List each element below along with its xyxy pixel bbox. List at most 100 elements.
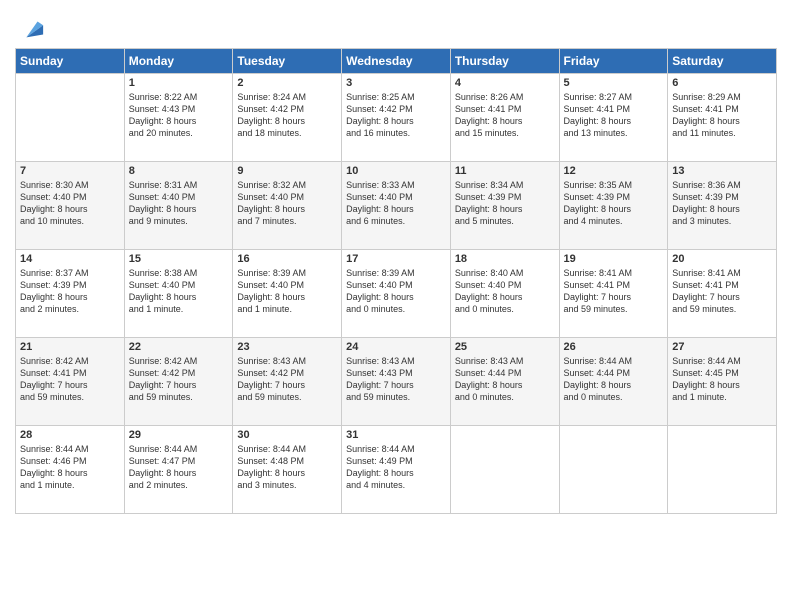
day-number: 31: [346, 429, 446, 441]
cell-content: Sunrise: 8:22 AMSunset: 4:43 PMDaylight:…: [129, 91, 229, 140]
day-number: 19: [564, 253, 664, 265]
cell-content: Sunrise: 8:29 AMSunset: 4:41 PMDaylight:…: [672, 91, 772, 140]
calendar-cell: [16, 74, 125, 162]
cell-content: Sunrise: 8:32 AMSunset: 4:40 PMDaylight:…: [237, 179, 337, 228]
calendar-cell: 2Sunrise: 8:24 AMSunset: 4:42 PMDaylight…: [233, 74, 342, 162]
cell-content: Sunrise: 8:37 AMSunset: 4:39 PMDaylight:…: [20, 267, 120, 316]
calendar-cell: 10 Sunrise: 8:33 AMSunset: 4:40 PMDayligh…: [342, 162, 451, 250]
calendar-cell: 14 Sunrise: 8:37 AMSunset: 4:39 PMDayligh…: [16, 250, 125, 338]
calendar-cell: 8 Sunrise: 8:31 AMSunset: 4:40 PMDaylight…: [124, 162, 233, 250]
day-number: 6: [672, 77, 772, 89]
cell-content: Sunrise: 8:41 AMSunset: 4:41 PMDaylight:…: [564, 267, 664, 316]
calendar-cell: 23 Sunrise: 8:43 AMSunset: 4:42 PMDayligh…: [233, 338, 342, 426]
logo: [15, 14, 45, 42]
day-number: 22: [129, 341, 229, 353]
day-number: 4: [455, 77, 555, 89]
calendar-cell: 22Sunrise: 8:42 AMSunset: 4:42 PMDayligh…: [124, 338, 233, 426]
calendar-cell: 15Sunrise: 8:38 AMSunset: 4:40 PMDayligh…: [124, 250, 233, 338]
calendar-cell: 11 Sunrise: 8:34 AMSunset: 4:39 PMDayligh…: [450, 162, 559, 250]
calendar-cell: 26 Sunrise: 8:44 AMSunset: 4:44 PMDayligh…: [559, 338, 668, 426]
header: [15, 10, 777, 42]
day-number: 7: [20, 165, 120, 177]
cell-content: Sunrise: 8:39 AMSunset: 4:40 PMDaylight:…: [346, 267, 446, 316]
day-number: 2: [237, 77, 337, 89]
cell-content: Sunrise: 8:27 AMSunset: 4:41 PMDaylight:…: [564, 91, 664, 140]
day-number: 9: [237, 165, 337, 177]
calendar-cell: 7 Sunrise: 8:30 AMSunset: 4:40 PMDaylight…: [16, 162, 125, 250]
calendar-cell: 3Sunrise: 8:25 AMSunset: 4:42 PMDaylight…: [342, 74, 451, 162]
cell-content: Sunrise: 8:30 AMSunset: 4:40 PMDaylight:…: [20, 179, 120, 228]
day-number: 1: [129, 77, 229, 89]
cell-content: Sunrise: 8:44 AMSunset: 4:47 PMDaylight:…: [129, 443, 229, 492]
day-number: 15: [129, 253, 229, 265]
day-number: 25: [455, 341, 555, 353]
calendar-week-row: 21Sunrise: 8:42 AMSunset: 4:41 PMDayligh…: [16, 338, 777, 426]
cell-content: Sunrise: 8:41 AMSunset: 4:41 PMDaylight:…: [672, 267, 772, 316]
day-number: 11: [455, 165, 555, 177]
logo-icon: [17, 14, 45, 42]
calendar-cell: 29 Sunrise: 8:44 AMSunset: 4:47 PMDayligh…: [124, 426, 233, 514]
calendar-header-row: SundayMondayTuesdayWednesdayThursdayFrid…: [16, 49, 777, 74]
day-number: 17: [346, 253, 446, 265]
calendar-cell: 25 Sunrise: 8:43 AMSunset: 4:44 PMDayligh…: [450, 338, 559, 426]
col-header-thursday: Thursday: [450, 49, 559, 74]
cell-content: Sunrise: 8:43 AMSunset: 4:42 PMDaylight:…: [237, 355, 337, 404]
cell-content: Sunrise: 8:33 AMSunset: 4:40 PMDaylight:…: [346, 179, 446, 228]
calendar-cell: 4Sunrise: 8:26 AMSunset: 4:41 PMDaylight…: [450, 74, 559, 162]
calendar-week-row: 7 Sunrise: 8:30 AMSunset: 4:40 PMDaylight…: [16, 162, 777, 250]
col-header-monday: Monday: [124, 49, 233, 74]
calendar-cell: 18Sunrise: 8:40 AMSunset: 4:40 PMDayligh…: [450, 250, 559, 338]
cell-content: Sunrise: 8:39 AMSunset: 4:40 PMDaylight:…: [237, 267, 337, 316]
day-number: 8: [129, 165, 229, 177]
day-number: 30: [237, 429, 337, 441]
calendar-cell: 6 Sunrise: 8:29 AMSunset: 4:41 PMDaylight…: [668, 74, 777, 162]
calendar-cell: 17 Sunrise: 8:39 AMSunset: 4:40 PMDayligh…: [342, 250, 451, 338]
calendar-cell: 9 Sunrise: 8:32 AMSunset: 4:40 PMDaylight…: [233, 162, 342, 250]
calendar-cell: 1 Sunrise: 8:22 AMSunset: 4:43 PMDaylight…: [124, 74, 233, 162]
calendar-cell: 28Sunrise: 8:44 AMSunset: 4:46 PMDayligh…: [16, 426, 125, 514]
day-number: 12: [564, 165, 664, 177]
calendar-cell: 13 Sunrise: 8:36 AMSunset: 4:39 PMDayligh…: [668, 162, 777, 250]
day-number: 3: [346, 77, 446, 89]
cell-content: Sunrise: 8:43 AMSunset: 4:43 PMDaylight:…: [346, 355, 446, 404]
calendar-cell: 20 Sunrise: 8:41 AMSunset: 4:41 PMDayligh…: [668, 250, 777, 338]
calendar-cell: 12Sunrise: 8:35 AMSunset: 4:39 PMDayligh…: [559, 162, 668, 250]
calendar-week-row: 28Sunrise: 8:44 AMSunset: 4:46 PMDayligh…: [16, 426, 777, 514]
calendar-week-row: 1 Sunrise: 8:22 AMSunset: 4:43 PMDaylight…: [16, 74, 777, 162]
col-header-friday: Friday: [559, 49, 668, 74]
cell-content: Sunrise: 8:40 AMSunset: 4:40 PMDaylight:…: [455, 267, 555, 316]
cell-content: Sunrise: 8:44 AMSunset: 4:46 PMDaylight:…: [20, 443, 120, 492]
calendar-cell: 27Sunrise: 8:44 AMSunset: 4:45 PMDayligh…: [668, 338, 777, 426]
col-header-wednesday: Wednesday: [342, 49, 451, 74]
page-container: SundayMondayTuesdayWednesdayThursdayFrid…: [0, 0, 792, 524]
calendar-cell: 24 Sunrise: 8:43 AMSunset: 4:43 PMDayligh…: [342, 338, 451, 426]
calendar-cell: 21Sunrise: 8:42 AMSunset: 4:41 PMDayligh…: [16, 338, 125, 426]
calendar-cell: 30 Sunrise: 8:44 AMSunset: 4:48 PMDayligh…: [233, 426, 342, 514]
day-number: 24: [346, 341, 446, 353]
day-number: 23: [237, 341, 337, 353]
day-number: 29: [129, 429, 229, 441]
day-number: 26: [564, 341, 664, 353]
cell-content: Sunrise: 8:34 AMSunset: 4:39 PMDaylight:…: [455, 179, 555, 228]
cell-content: Sunrise: 8:36 AMSunset: 4:39 PMDaylight:…: [672, 179, 772, 228]
day-number: 16: [237, 253, 337, 265]
day-number: 21: [20, 341, 120, 353]
day-number: 5: [564, 77, 664, 89]
calendar-cell: 16 Sunrise: 8:39 AMSunset: 4:40 PMDayligh…: [233, 250, 342, 338]
cell-content: Sunrise: 8:44 AMSunset: 4:49 PMDaylight:…: [346, 443, 446, 492]
calendar-cell: 31 Sunrise: 8:44 AMSunset: 4:49 PMDayligh…: [342, 426, 451, 514]
cell-content: Sunrise: 8:43 AMSunset: 4:44 PMDaylight:…: [455, 355, 555, 404]
day-number: 13: [672, 165, 772, 177]
col-header-tuesday: Tuesday: [233, 49, 342, 74]
cell-content: Sunrise: 8:44 AMSunset: 4:44 PMDaylight:…: [564, 355, 664, 404]
calendar-table: SundayMondayTuesdayWednesdayThursdayFrid…: [15, 48, 777, 514]
calendar-cell: [668, 426, 777, 514]
calendar-week-row: 14 Sunrise: 8:37 AMSunset: 4:39 PMDayligh…: [16, 250, 777, 338]
cell-content: Sunrise: 8:31 AMSunset: 4:40 PMDaylight:…: [129, 179, 229, 228]
cell-content: Sunrise: 8:44 AMSunset: 4:48 PMDaylight:…: [237, 443, 337, 492]
day-number: 27: [672, 341, 772, 353]
day-number: 10: [346, 165, 446, 177]
day-number: 14: [20, 253, 120, 265]
col-header-sunday: Sunday: [16, 49, 125, 74]
day-number: 20: [672, 253, 772, 265]
